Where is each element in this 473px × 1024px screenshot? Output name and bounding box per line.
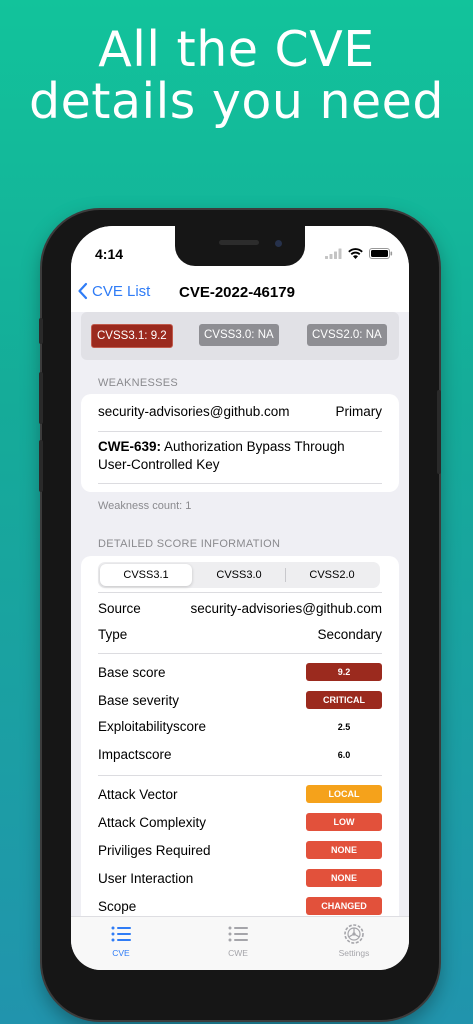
impact-score-value: 6.0: [337, 749, 351, 760]
user-interaction-badge: NONE: [306, 869, 382, 887]
cvss-version-segmented-control: CVSS3.1 CVSS3.0 CVSS2.0: [98, 562, 380, 588]
divider: [98, 592, 382, 593]
divider: [98, 653, 382, 654]
phone-screen: 4:14 CVE List CVE-2022-46179 CVSS3.1: 9.…: [71, 226, 409, 970]
type-row: Type Secondary: [98, 627, 382, 642]
headline-line-1: All the CVE: [98, 21, 375, 78]
status-icons: [325, 248, 393, 259]
source-value: security-advisories@github.com: [190, 601, 382, 616]
divider: [98, 775, 382, 776]
tab-cvss31[interactable]: CVSS3.1: [100, 564, 192, 586]
phone-notch: [175, 226, 305, 266]
metric-row: Attack Complexity LOW: [98, 813, 382, 831]
scope-badge: CHANGED: [306, 897, 382, 915]
cwe-desc-line-2: User-Controlled Key: [98, 457, 220, 472]
navigation-bar: CVE List CVE-2022-46179: [71, 276, 409, 312]
score-label: Base severity: [98, 692, 180, 708]
detailed-score-header: DETAILED SCORE INFORMATION: [98, 538, 281, 550]
score-label: Base score: [98, 664, 166, 680]
phone-power-button: [437, 390, 441, 474]
score-row: Base score 9.2: [98, 663, 382, 681]
tab-cvss20[interactable]: CVSS2.0: [286, 564, 378, 586]
detailed-score-card: CVSS3.1 CVSS3.0 CVSS2.0 Source security-…: [81, 556, 399, 936]
status-time: 4:14: [95, 246, 124, 262]
metric-row: Priviliges Required NONE: [98, 841, 382, 859]
weakness-source: security-advisories@github.com: [98, 404, 290, 419]
score-row: Base severity CRITICAL: [98, 691, 382, 709]
tab-bar: CVE CWE Settings: [71, 916, 409, 970]
cvss30-badge[interactable]: CVSS3.0: NA: [199, 324, 279, 346]
front-camera: [275, 240, 282, 247]
score-row: Exploitabilityscore 2.5: [98, 719, 382, 734]
source-label: Source: [98, 601, 141, 616]
phone-silent-switch: [39, 318, 43, 344]
tab-cwe[interactable]: CWE: [198, 923, 278, 958]
cvss20-badge[interactable]: CVSS2.0: NA: [307, 324, 387, 346]
page-title: CVE-2022-46179: [179, 284, 295, 301]
attack-vector-badge: LOCAL: [306, 785, 382, 803]
phone-volume-up: [39, 372, 43, 424]
base-score-badge: 9.2: [306, 663, 382, 681]
gear-icon: [344, 924, 364, 944]
cvss-badge-strip: CVSS3.1: 9.2 CVSS3.0: NA CVSS2.0: NA: [81, 312, 399, 360]
exploitability-score-value: 2.5: [337, 721, 351, 732]
base-severity-badge: CRITICAL: [306, 691, 382, 709]
type-value: Secondary: [317, 627, 382, 642]
wifi-icon: [348, 248, 363, 259]
notch-speaker: [219, 240, 259, 245]
metric-label: Attack Vector: [98, 786, 178, 802]
metric-label: Attack Complexity: [98, 814, 207, 830]
tab-cwe-label: CWE: [228, 948, 248, 958]
back-button-label: CVE List: [92, 282, 151, 300]
weakness-count: Weakness count: 1: [98, 500, 192, 512]
score-label: Exploitabilityscore: [98, 719, 207, 734]
list-icon: [228, 926, 248, 942]
headline: All the CVE details you need: [0, 24, 473, 128]
type-label: Type: [98, 627, 128, 642]
cwe-description[interactable]: CWE-639: Authorization Bypass Through Us…: [98, 438, 382, 474]
source-row: Source security-advisories@github.com: [98, 601, 382, 616]
back-button[interactable]: CVE List: [77, 282, 150, 300]
metric-row: User Interaction NONE: [98, 869, 382, 887]
chevron-left-icon: [78, 282, 88, 300]
weaknesses-card: security-advisories@github.com Primary C…: [81, 394, 399, 492]
tab-settings-label: Settings: [338, 948, 370, 958]
weaknesses-header: WEAKNESSES: [98, 377, 179, 389]
divider: [98, 483, 382, 484]
cvss31-badge[interactable]: CVSS3.1: 9.2: [91, 324, 173, 348]
signal-icon: [325, 248, 342, 259]
privileges-required-badge: NONE: [306, 841, 382, 859]
metric-row: Attack Vector LOCAL: [98, 785, 382, 803]
list-icon: [111, 926, 131, 942]
tab-settings[interactable]: Settings: [314, 923, 394, 958]
tab-cve[interactable]: CVE: [81, 923, 161, 958]
cwe-id: CWE-639:: [98, 439, 162, 454]
metric-label: Priviliges Required: [98, 842, 211, 858]
weakness-type: Primary: [335, 404, 383, 419]
metric-label: User Interaction: [98, 870, 194, 886]
phone-volume-down: [39, 440, 43, 492]
tab-cvss30[interactable]: CVSS3.0: [193, 564, 285, 586]
attack-complexity-badge: LOW: [306, 813, 382, 831]
weakness-source-row: security-advisories@github.com Primary: [98, 404, 382, 419]
cwe-desc-line-1: Authorization Bypass Through: [164, 439, 345, 454]
headline-line-2: details you need: [29, 73, 444, 130]
metric-label: Scope: [98, 898, 137, 914]
divider: [98, 431, 382, 432]
score-label: Impactscore: [98, 747, 172, 762]
tab-cve-label: CVE: [112, 948, 130, 958]
metric-row: Scope CHANGED: [98, 897, 382, 915]
score-row: Impactscore 6.0: [98, 747, 382, 762]
battery-icon: [369, 248, 393, 259]
